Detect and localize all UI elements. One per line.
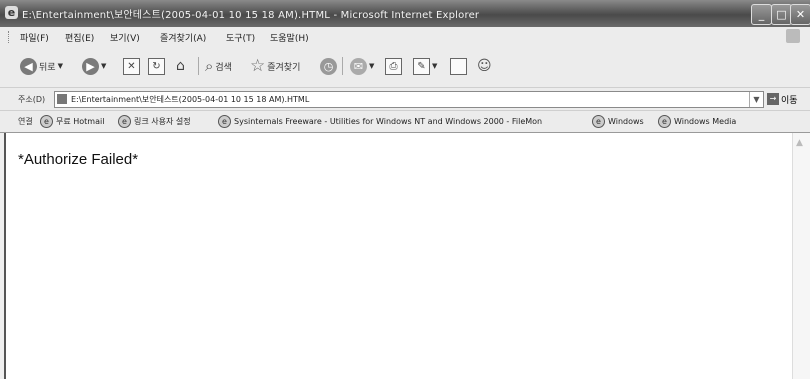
links-bar: 연결 e 무료 Hotmail e 링크 사용자 설정 e Sysinterna… (0, 111, 810, 133)
stop-button[interactable]: ✕ (123, 56, 140, 76)
link-label: Windows (608, 117, 644, 126)
forward-button[interactable]: ▶ ▼ (82, 56, 106, 76)
dropdown-arrow-icon: ▼ (369, 62, 375, 70)
home-button[interactable]: ⌂ (173, 56, 188, 76)
discuss-button[interactable] (450, 56, 467, 76)
menu-edit[interactable]: 편집(E) (65, 31, 94, 44)
ie-page-icon: e (118, 115, 131, 128)
favorites-label: 즐겨찾기 (267, 62, 301, 73)
menu-grip (8, 31, 11, 43)
messenger-icon: ☺ (477, 58, 492, 74)
go-label: 이동 (781, 95, 798, 106)
close-button[interactable]: ✕ (790, 4, 810, 25)
link-label: Sysinternals Freeware - Utilities for Wi… (234, 117, 543, 126)
search-button[interactable]: ⌕ 검색 (205, 56, 232, 76)
dropdown-arrow-icon: ▼ (432, 62, 438, 70)
address-input[interactable]: E:\Entertainment\보안테스트(2005-04-01 10 15 … (54, 91, 764, 108)
mail-icon: ✉ (350, 57, 367, 75)
page-content: *Authorize Failed* (4, 133, 792, 379)
edit-page-icon: ✎ (413, 57, 430, 75)
ie-page-icon: e (592, 115, 605, 128)
link-windows[interactable]: e Windows (592, 115, 644, 128)
search-label: 검색 (215, 62, 232, 73)
links-label: 연결 (18, 117, 33, 126)
link-windows-media[interactable]: e Windows Media (658, 115, 736, 128)
title-bar: e E:\Entertainment\보안테스트(2005-04-01 10 1… (0, 0, 810, 27)
favorites-button[interactable]: ☆ 즐겨찾기 (250, 56, 300, 76)
address-label: 주소(D) (18, 95, 46, 104)
menu-view[interactable]: 보기(V) (110, 31, 140, 44)
browser-window: e E:\Entertainment\보안테스트(2005-04-01 10 1… (0, 0, 810, 379)
discuss-icon (450, 57, 467, 75)
refresh-button[interactable]: ↻ (148, 56, 165, 76)
back-arrow-icon: ◀ (20, 57, 37, 75)
address-dropdown-icon[interactable]: ▼ (749, 92, 763, 107)
address-value: E:\Entertainment\보안테스트(2005-04-01 10 15 … (71, 95, 310, 104)
link-label: 링크 사용자 설정 (134, 117, 191, 126)
minimize-button[interactable]: _ (751, 4, 772, 25)
standard-toolbar: ◀ 뒤로 ▼ ▶ ▼ ✕ ↻ ⌂ ⌕ 검색 ☆ 즐겨찾기 ◷ ✉ ▼ ⎙ ✎ ▼… (0, 47, 810, 88)
stop-icon: ✕ (123, 57, 140, 75)
link-label: 무료 Hotmail (56, 117, 105, 126)
menu-help[interactable]: 도움말(H) (270, 31, 309, 44)
menu-bar: 파일(F) 편집(E) 보기(V) 즐겨찾기(A) 도구(T) 도움말(H) (0, 27, 810, 48)
menu-favorites[interactable]: 즐겨찾기(A) (160, 31, 206, 44)
toolbar-separator (342, 57, 343, 75)
vertical-scrollbar[interactable]: ▲ (792, 133, 810, 379)
printer-icon: ⎙ (385, 57, 402, 75)
home-icon: ⌂ (176, 57, 185, 74)
forward-arrow-icon: ▶ (82, 57, 99, 75)
edit-button[interactable]: ✎ ▼ (413, 56, 437, 76)
messenger-button[interactable]: ☺ (477, 56, 492, 76)
back-button[interactable]: ◀ 뒤로 ▼ (20, 56, 63, 76)
ie-page-icon: e (658, 115, 671, 128)
link-label: Windows Media (674, 117, 737, 126)
window-title: E:\Entertainment\보안테스트(2005-04-01 10 15 … (22, 10, 480, 21)
page-message: *Authorize Failed* (18, 151, 139, 168)
ie-icon: e (5, 6, 18, 19)
search-icon: ⌕ (205, 57, 214, 75)
windows-logo-icon (786, 29, 800, 43)
dropdown-arrow-icon: ▼ (57, 62, 63, 70)
maximize-button[interactable]: □ (771, 4, 792, 25)
address-bar: 주소(D) E:\Entertainment\보안테스트(2005-04-01 … (0, 88, 810, 111)
back-label: 뒤로 (39, 62, 56, 73)
link-sysinternals[interactable]: e Sysinternals Freeware - Utilities for … (218, 115, 542, 128)
history-icon: ◷ (320, 57, 337, 75)
scroll-up-icon[interactable]: ▲ (796, 138, 803, 148)
ie-page-icon: e (40, 115, 53, 128)
go-button[interactable]: → 이동 (767, 92, 798, 106)
dropdown-arrow-icon: ▼ (101, 62, 107, 70)
menu-tools[interactable]: 도구(T) (226, 31, 255, 44)
star-icon: ☆ (250, 56, 266, 76)
link-hotmail[interactable]: e 무료 Hotmail (40, 115, 104, 128)
history-button[interactable]: ◷ (320, 56, 337, 76)
toolbar-separator (198, 57, 199, 75)
menu-file[interactable]: 파일(F) (20, 31, 49, 44)
print-button[interactable]: ⎙ (385, 56, 402, 76)
go-arrow-icon: → (767, 93, 779, 105)
refresh-icon: ↻ (148, 57, 165, 75)
link-customize[interactable]: e 링크 사용자 설정 (118, 115, 191, 128)
ie-page-icon: e (218, 115, 231, 128)
mail-button[interactable]: ✉ ▼ (350, 56, 374, 76)
page-icon (57, 94, 67, 104)
